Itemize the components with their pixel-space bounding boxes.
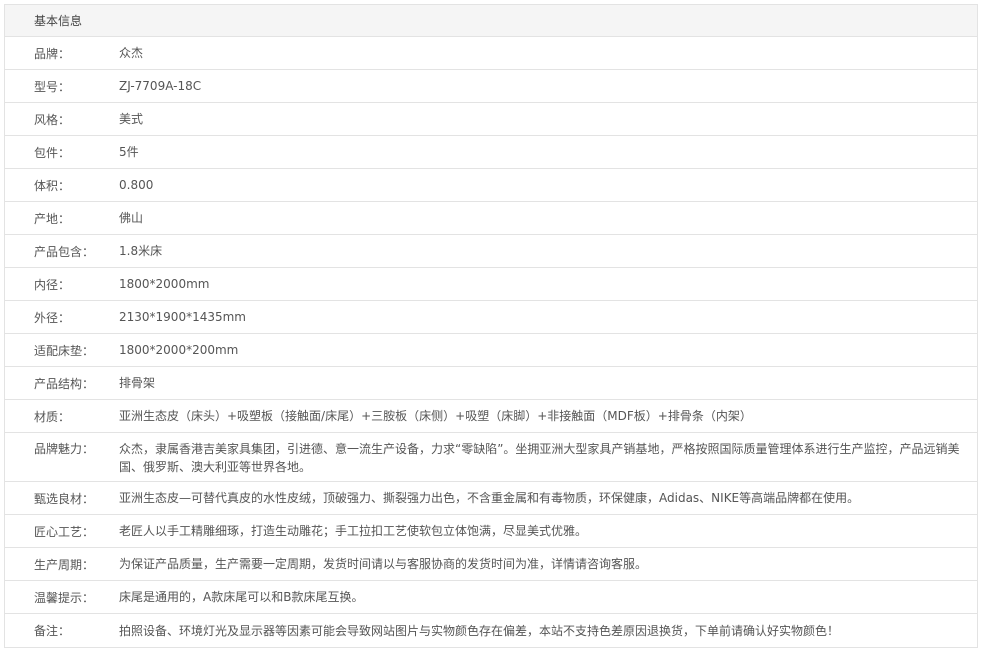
spec-label: 生产周期： (34, 557, 95, 572)
spec-label: 型号： (34, 79, 71, 94)
spec-row-packages: 包件： 5件 (5, 136, 977, 169)
spec-label: 外径： (34, 310, 71, 325)
spec-label: 内径： (34, 277, 71, 292)
spec-value: 5件 (119, 145, 139, 159)
spec-value: 众杰 (119, 46, 144, 60)
spec-row-origin: 产地： 佛山 (5, 202, 977, 235)
spec-label: 产品包含： (34, 244, 95, 259)
section-title: 基本信息 (5, 5, 977, 37)
spec-table: 基本信息 品牌： 众杰 型号： ZJ-7709A-18C 风格： 美式 包件： … (4, 4, 978, 648)
spec-label: 匠心工艺： (34, 524, 95, 539)
spec-row-tip: 温馨提示： 床尾是通用的，A款床尾可以和B款床尾互换。 (5, 581, 977, 614)
spec-value: 1.8米床 (119, 244, 163, 258)
spec-label: 风格： (34, 112, 71, 127)
spec-value: 2130*1900*1435mm (119, 310, 246, 324)
spec-value: 拍照设备、环境灯光及显示器等因素可能会导致网站图片与实物颜色存在偏差，本站不支持… (119, 623, 840, 638)
spec-label: 适配床垫： (34, 343, 95, 358)
spec-label: 品牌魅力： (34, 442, 95, 456)
spec-row-material: 材质： 亚洲生态皮（床头）+吸塑板（接触面/床尾）+三胺板（床侧）+吸塑（床脚）… (5, 400, 977, 433)
spec-row-craftsmanship: 匠心工艺： 老匠人以手工精雕细琢，打造生动雕花；手工拉扣工艺使软包立体饱满，尽显… (5, 515, 977, 548)
spec-row-model: 型号： ZJ-7709A-18C (5, 70, 977, 103)
spec-label: 温馨提示： (34, 590, 95, 605)
spec-label: 备注： (34, 624, 71, 638)
spec-label: 体积： (34, 178, 71, 193)
spec-value: 0.800 (119, 178, 154, 192)
spec-row-outer-size: 外径： 2130*1900*1435mm (5, 301, 977, 334)
spec-row-mattress: 适配床垫： 1800*2000*200mm (5, 334, 977, 367)
spec-value: 排骨架 (119, 376, 156, 390)
spec-value: 亚洲生态皮—可替代真皮的水性皮绒，顶破强力、撕裂强力出色，不含重金属和有毒物质，… (119, 491, 860, 505)
spec-row-includes: 产品包含： 1.8米床 (5, 235, 977, 268)
spec-value: 美式 (119, 112, 144, 126)
spec-row-brand-appeal: 品牌魅力： 众杰，隶属香港吉美家具集团，引进德、意一流生产设备，力求“零缺陷”。… (5, 433, 977, 482)
spec-label: 品牌： (34, 46, 71, 61)
spec-row-volume: 体积： 0.800 (5, 169, 977, 202)
spec-value: 亚洲生态皮（床头）+吸塑板（接触面/床尾）+三胺板（床侧）+吸塑（床脚）+非接触… (119, 409, 752, 423)
spec-value: 床尾是通用的，A款床尾可以和B款床尾互换。 (119, 590, 364, 604)
spec-value: 1800*2000*200mm (119, 343, 239, 357)
spec-value: 老匠人以手工精雕细琢，打造生动雕花；手工拉扣工艺使软包立体饱满，尽显美式优雅。 (119, 524, 588, 538)
spec-row-style: 风格： 美式 (5, 103, 977, 136)
spec-label: 产品结构： (34, 376, 95, 391)
spec-row-brand: 品牌： 众杰 (5, 37, 977, 70)
spec-value: 1800*2000mm (119, 277, 210, 291)
spec-value: 为保证产品质量，生产需要一定周期，发货时间请以与客服协商的发货时间为准，详情请咨… (119, 557, 648, 571)
spec-label: 产地： (34, 211, 71, 226)
spec-label: 材质： (34, 409, 71, 424)
spec-row-structure: 产品结构： 排骨架 (5, 367, 977, 400)
spec-value: 众杰，隶属香港吉美家具集团，引进德、意一流生产设备，力求“零缺陷”。坐拥亚洲大型… (119, 442, 960, 474)
spec-value: ZJ-7709A-18C (119, 79, 202, 93)
spec-row-production-cycle: 生产周期： 为保证产品质量，生产需要一定周期，发货时间请以与客服协商的发货时间为… (5, 548, 977, 581)
spec-row-inner-size: 内径： 1800*2000mm (5, 268, 977, 301)
spec-label: 甄选良材： (34, 491, 95, 506)
spec-label: 包件： (34, 145, 71, 160)
spec-row-remarks: 备注： 拍照设备、环境灯光及显示器等因素可能会导致网站图片与实物颜色存在偏差，本… (5, 614, 977, 647)
spec-value: 佛山 (119, 211, 144, 225)
spec-row-materials-selection: 甄选良材： 亚洲生态皮—可替代真皮的水性皮绒，顶破强力、撕裂强力出色，不含重金属… (5, 482, 977, 515)
